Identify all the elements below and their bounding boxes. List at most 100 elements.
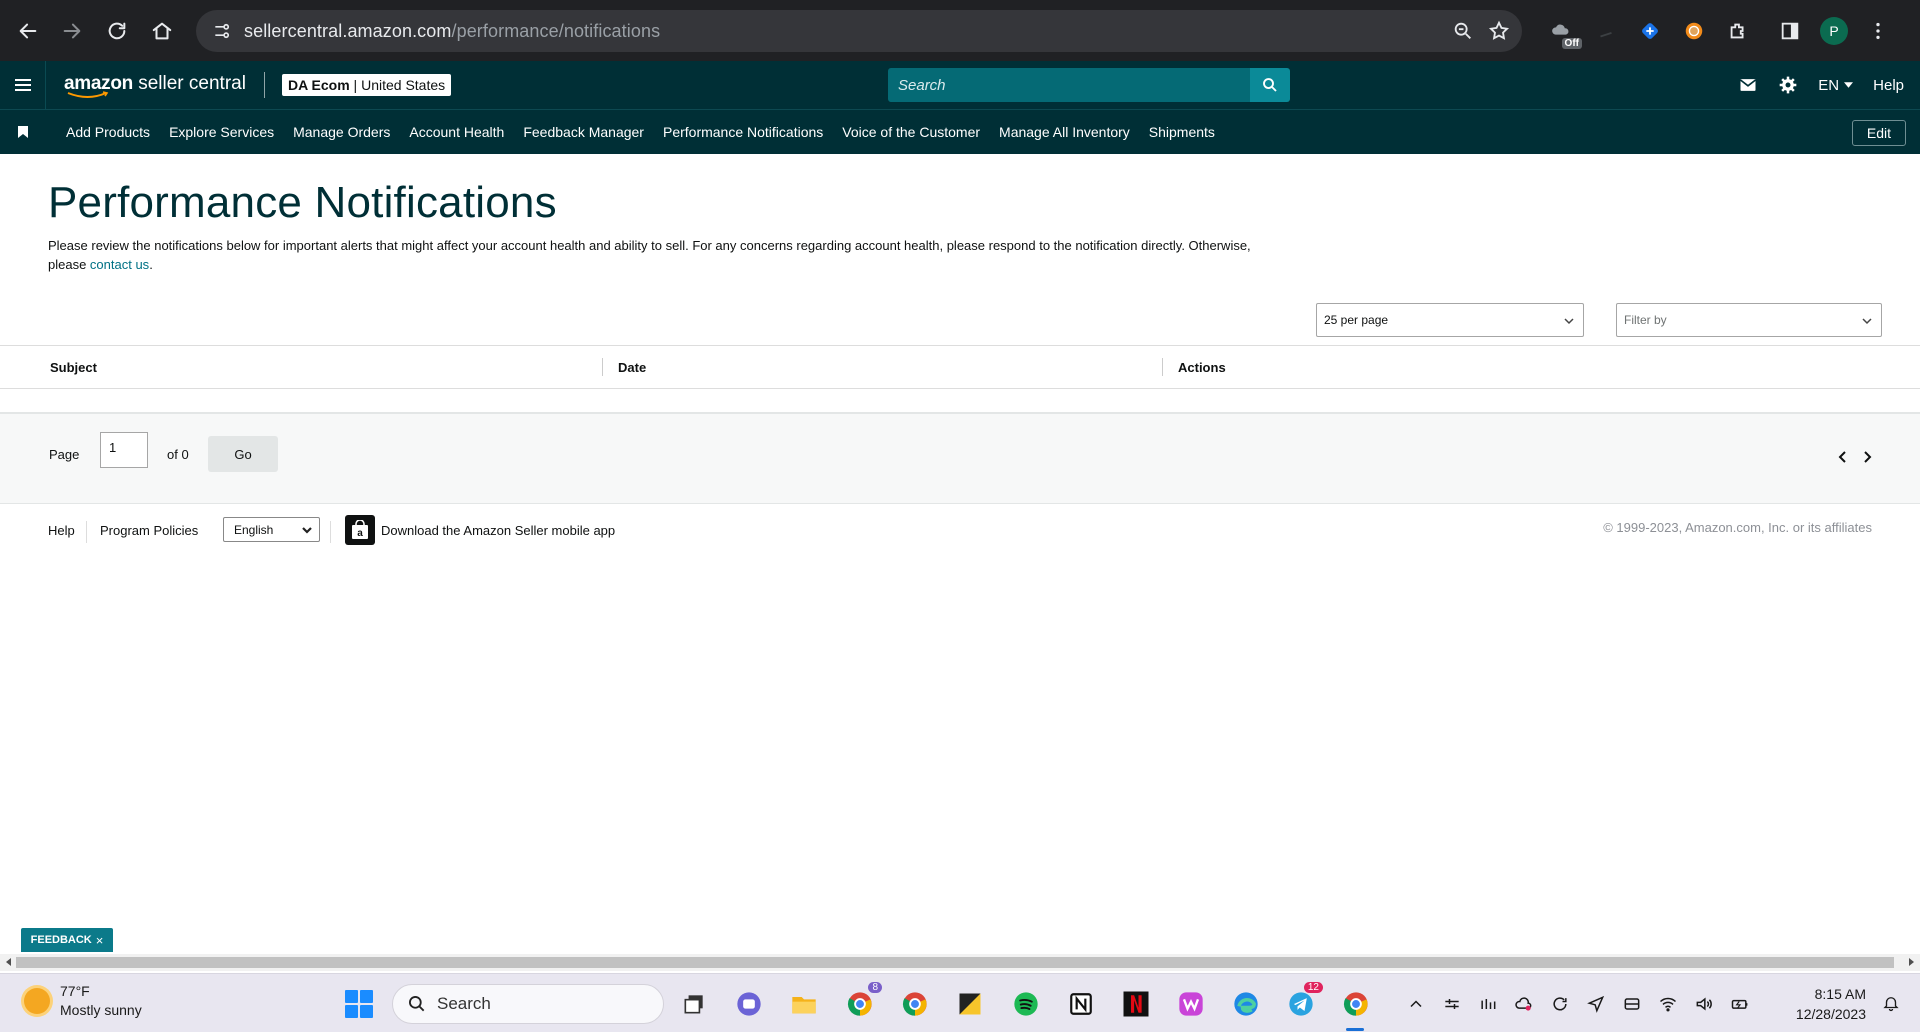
temperature: 77°F — [60, 983, 90, 999]
teams-chat-icon[interactable] — [733, 988, 765, 1020]
nav-item-voice-of-the-customer[interactable]: Voice of the Customer — [842, 124, 980, 140]
netflix-icon[interactable] — [1120, 988, 1152, 1020]
nav-item-manage-orders[interactable]: Manage Orders — [293, 124, 390, 140]
chrome-active-icon[interactable] — [1340, 988, 1372, 1020]
feedback-tab[interactable]: FEEDBACK × — [21, 928, 113, 952]
search-button[interactable] — [1250, 68, 1290, 102]
seller-app-icon[interactable]: a — [345, 515, 375, 545]
footer-help-link[interactable]: Help — [48, 523, 75, 538]
scroll-right-icon[interactable] — [1909, 958, 1914, 966]
browser-menu-button[interactable] — [1856, 9, 1900, 53]
task-view-icon[interactable] — [678, 988, 710, 1020]
sliders-icon[interactable] — [1441, 993, 1463, 1015]
column-actions: Actions — [1178, 360, 1226, 375]
copyright: © 1999-2023, Amazon.com, Inc. or its aff… — [1603, 520, 1872, 535]
reload-button[interactable] — [95, 9, 139, 53]
nav-item-manage-all-inventory[interactable]: Manage All Inventory — [999, 124, 1130, 140]
column-subject[interactable]: Subject — [50, 360, 97, 375]
weather-widget[interactable]: 77°F Mostly sunny — [24, 982, 142, 1020]
bookmark-button[interactable] — [0, 126, 46, 138]
page-number-input[interactable]: 1 — [100, 432, 148, 468]
battery-icon[interactable] — [1729, 993, 1751, 1015]
scrollbar-thumb[interactable] — [16, 957, 1894, 968]
bookmark-star-icon[interactable] — [1488, 20, 1510, 42]
extension-blue-button[interactable] — [1628, 9, 1672, 53]
telegram-icon[interactable]: 12 — [1285, 982, 1323, 1020]
windows-taskbar: 77°F Mostly sunny Search 8 12 8:15 AM 12… — [0, 973, 1920, 1032]
extensions-menu-button[interactable] — [1716, 9, 1760, 53]
program-policies-link[interactable]: Program Policies — [100, 523, 198, 538]
notion-icon[interactable] — [1065, 988, 1097, 1020]
arrow-right-icon — [63, 23, 81, 39]
nav-item-shipments[interactable]: Shipments — [1149, 124, 1215, 140]
filter-select[interactable]: Filter by — [1616, 303, 1882, 337]
cloud-sync-icon[interactable] — [1513, 993, 1535, 1015]
chrome-icon[interactable] — [899, 988, 931, 1020]
refresh-icon[interactable] — [1549, 993, 1571, 1015]
download-app-link[interactable]: Download the Amazon Seller mobile app — [381, 523, 615, 538]
edge-icon[interactable] — [1230, 988, 1262, 1020]
shopping-bag-icon: a — [352, 520, 368, 539]
search-icon — [409, 996, 425, 1012]
store-switcher[interactable]: DA Ecom | United States — [281, 74, 452, 96]
nav-item-feedback-manager[interactable]: Feedback Manager — [523, 124, 644, 140]
sticky-notes-icon[interactable] — [954, 988, 986, 1020]
bars-icon[interactable] — [1477, 993, 1499, 1015]
per-page-value: 25 per page — [1324, 313, 1389, 327]
chevron-up-icon[interactable] — [1405, 993, 1427, 1015]
chrome-badge: 8 — [868, 982, 882, 993]
contact-us-link[interactable]: contact us — [90, 257, 149, 272]
extension-off-button[interactable]: Off — [1540, 9, 1584, 53]
spotify-icon[interactable] — [1010, 988, 1042, 1020]
location-arrow-icon[interactable] — [1585, 993, 1607, 1015]
seller-central-logo[interactable]: amazon seller central — [64, 74, 246, 98]
scroll-left-icon[interactable] — [6, 958, 11, 966]
extension-orange-button[interactable] — [1672, 9, 1716, 53]
reload-icon — [108, 22, 126, 40]
address-bar[interactable]: sellercentral.amazon.com/performance/not… — [196, 10, 1522, 52]
extension-arrow-button[interactable] — [1584, 9, 1628, 53]
system-clock[interactable]: 8:15 AM 12/28/2023 — [1796, 984, 1866, 1024]
horizontal-scrollbar[interactable] — [0, 954, 1920, 971]
close-icon[interactable]: × — [96, 933, 104, 948]
go-button[interactable]: Go — [208, 436, 278, 472]
gear-icon[interactable] — [1778, 75, 1798, 95]
mail-icon[interactable] — [1738, 75, 1758, 95]
notification-bell-icon[interactable] — [1882, 994, 1900, 1017]
footer-language-select[interactable]: English — [223, 517, 320, 542]
side-panel-button[interactable] — [1768, 9, 1812, 53]
wps-icon[interactable] — [1175, 988, 1207, 1020]
footer-language-value: English — [234, 523, 274, 537]
chrome-profile-icon[interactable]: 8 — [844, 982, 882, 1020]
chevron-down-icon — [1564, 318, 1574, 325]
nav-item-account-health[interactable]: Account Health — [409, 124, 504, 140]
bookmark-icon — [18, 126, 28, 138]
edit-nav-button[interactable]: Edit — [1851, 120, 1906, 146]
search-input[interactable]: Search — [888, 68, 1250, 102]
hamburger-menu-button[interactable] — [0, 61, 46, 109]
active-app-indicator — [1346, 1028, 1364, 1031]
home-button[interactable] — [140, 9, 184, 53]
forward-button[interactable] — [50, 9, 94, 53]
taskbar-search[interactable]: Search — [392, 984, 664, 1024]
column-date[interactable]: Date — [618, 360, 646, 375]
site-info-icon[interactable] — [202, 11, 242, 51]
per-page-select[interactable]: 25 per page — [1316, 303, 1584, 337]
profile-button[interactable]: P — [1812, 9, 1856, 53]
volume-icon[interactable] — [1693, 993, 1715, 1015]
file-explorer-icon[interactable] — [788, 988, 820, 1020]
bookmark-nav-bar: Add Products Explore Services Manage Ord… — [0, 109, 1920, 154]
wifi-icon[interactable] — [1657, 993, 1679, 1015]
windows-start-icon[interactable] — [345, 990, 373, 1018]
back-button[interactable] — [6, 9, 50, 53]
kebab-menu-icon — [1876, 22, 1880, 39]
nav-item-add-products[interactable]: Add Products — [66, 124, 150, 140]
language-switcher[interactable]: EN — [1818, 77, 1854, 94]
next-page-button[interactable] — [1860, 450, 1874, 464]
zoom-icon[interactable] — [1452, 20, 1474, 42]
previous-page-button[interactable] — [1836, 450, 1850, 464]
display-icon[interactable] — [1621, 993, 1643, 1015]
nav-item-performance-notifications[interactable]: Performance Notifications — [663, 124, 823, 140]
nav-item-explore-services[interactable]: Explore Services — [169, 124, 274, 140]
header-help-link[interactable]: Help — [1873, 77, 1904, 94]
